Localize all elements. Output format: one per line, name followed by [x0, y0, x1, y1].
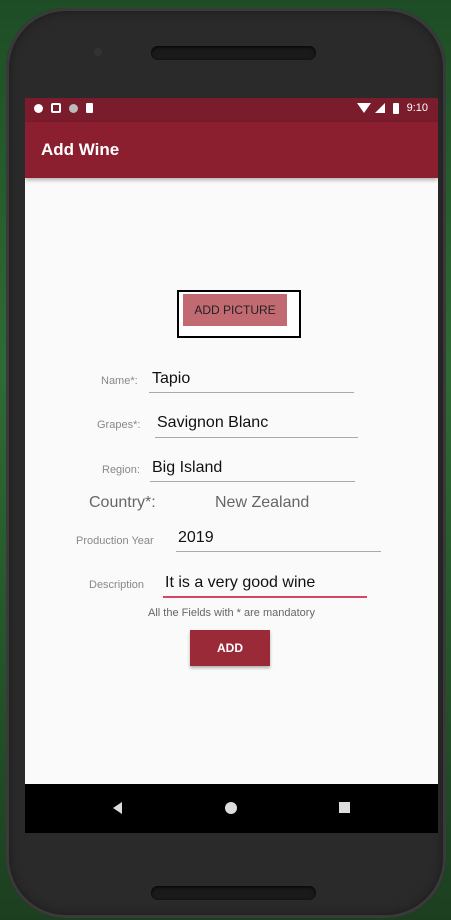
region-label: Region: [102, 464, 140, 476]
wifi-icon [356, 103, 371, 113]
country-select[interactable]: New Zealand [215, 494, 309, 512]
description-field[interactable]: It is a very good wine [165, 574, 315, 592]
screen: 9:10 Add Wine ADD PICTURE Name*: Tapio G… [25, 98, 438, 833]
region-field[interactable]: Big Island [152, 459, 222, 477]
grapes-field[interactable]: Savignon Blanc [157, 414, 268, 432]
recent-apps-icon[interactable] [339, 802, 350, 813]
settings-icon [34, 103, 43, 113]
name-underline [149, 392, 354, 393]
status-right: 9:10 [356, 102, 428, 114]
navigation-bar [25, 784, 438, 833]
home-icon[interactable] [225, 802, 237, 814]
status-time: 9:10 [406, 102, 428, 114]
battery-icon [392, 102, 399, 114]
name-field[interactable]: Tapio [152, 370, 190, 388]
status-bar: 9:10 [25, 98, 438, 122]
mandatory-note: All the Fields with * are mandatory [148, 607, 315, 619]
add-button[interactable]: ADD [190, 630, 270, 666]
bottom-speaker [151, 886, 316, 900]
production-year-underline [176, 551, 381, 552]
grapes-underline [155, 437, 358, 438]
camera-icon [94, 48, 102, 56]
signal-icon [374, 103, 385, 113]
country-label: Country*: [89, 494, 156, 511]
sd-card-icon [86, 103, 93, 113]
app-bar: Add Wine [25, 122, 438, 178]
add-picture-button[interactable]: ADD PICTURE [183, 294, 287, 326]
region-underline [150, 481, 355, 482]
production-year-label: Production Year [76, 535, 154, 547]
name-label: Name*: [101, 375, 138, 387]
notification-icon [51, 103, 61, 113]
grapes-label: Grapes*: [97, 419, 141, 431]
circle-icon [69, 103, 78, 113]
back-icon[interactable] [113, 802, 122, 814]
status-icons [34, 103, 93, 113]
description-label: Description [89, 579, 145, 591]
page-title: Add Wine [41, 140, 120, 159]
production-year-field[interactable]: 2019 [178, 529, 214, 547]
description-underline [163, 596, 367, 598]
top-speaker [151, 46, 316, 60]
